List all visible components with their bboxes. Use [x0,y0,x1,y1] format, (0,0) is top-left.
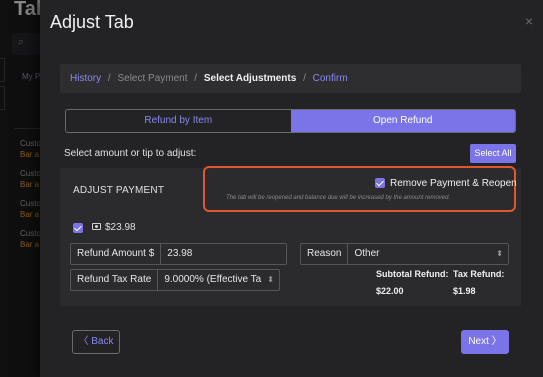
remove-reopen-highlight: Remove Payment & Reopen The tab will be … [203,166,517,212]
chevron-updown-icon: ⬍ [267,275,274,284]
tax-refund-label: Tax Refund: [453,269,505,279]
subtotal-refund-label: Subtotal Refund: [376,269,449,279]
refund-amount-field: Refund Amount $ 23.98 [70,243,287,265]
tab-refund-by-item[interactable]: Refund by Item [66,110,291,132]
breadcrumb-history[interactable]: History [70,73,101,84]
refund-tax-rate-label: Refund Tax Rate [71,270,159,290]
back-button[interactable]: 〈 Back [72,330,120,354]
select-all-button[interactable]: Select All [470,144,516,163]
adjust-payment-panel: ADJUST PAYMENT Remove Payment & Reopen T… [60,166,521,306]
breadcrumb-separator: / [303,73,306,84]
breadcrumb-confirm[interactable]: Confirm [313,73,348,84]
payment-amount: $23.98 [105,222,136,233]
chevron-updown-icon: ⬍ [496,249,503,258]
reason-select[interactable]: Other [348,244,508,264]
refund-amount-label: Refund Amount $ [71,244,162,264]
breadcrumb-select-payment[interactable]: Select Payment [117,73,187,84]
breadcrumb: History / Select Payment / Select Adjust… [60,64,521,93]
breadcrumb-select-adjustments: Select Adjustments [203,73,297,84]
next-label: Next [468,336,489,347]
chevron-right-icon: 〉 [491,336,502,347]
select-amount-prompt: Select amount or tip to adjust: [64,148,197,159]
close-icon[interactable]: × [525,13,533,29]
remove-reopen-checkbox[interactable]: Remove Payment & Reopen [375,178,517,189]
modal-title: Adjust Tab [50,12,134,32]
remove-reopen-note: The tab will be reopened and balance due… [226,195,451,201]
subtotal-refund-value: $22.00 [376,286,404,296]
breadcrumb-separator: / [194,73,198,84]
refund-tax-rate-field: Refund Tax Rate 9.0000% (Effective Ta ⬍ [70,269,280,291]
adjust-payment-heading: ADJUST PAYMENT [73,185,165,196]
refund-amount-input[interactable]: 23.98 [161,244,286,264]
reason-field: Reason Other ⬍ [300,243,509,265]
back-label: Back [91,336,114,347]
payment-checkbox[interactable] [73,223,83,233]
chevron-left-icon: 〈 [78,336,89,347]
refund-mode-tabs: Refund by Item Open Refund [65,109,516,133]
tab-open-refund[interactable]: Open Refund [290,110,515,132]
tax-refund-value: $1.98 [453,286,476,296]
reason-label: Reason [301,244,349,264]
adjust-tab-modal: Adjust Tab × History / Select Payment / … [40,0,543,377]
remove-reopen-label: Remove Payment & Reopen [390,178,517,189]
refund-tax-rate-select[interactable]: 9.0000% (Effective Ta [158,270,279,290]
breadcrumb-separator: / [107,73,111,84]
checkbox-checked-icon[interactable] [375,178,385,189]
next-button[interactable]: Next 〉 [461,330,509,354]
cash-icon [92,223,101,230]
